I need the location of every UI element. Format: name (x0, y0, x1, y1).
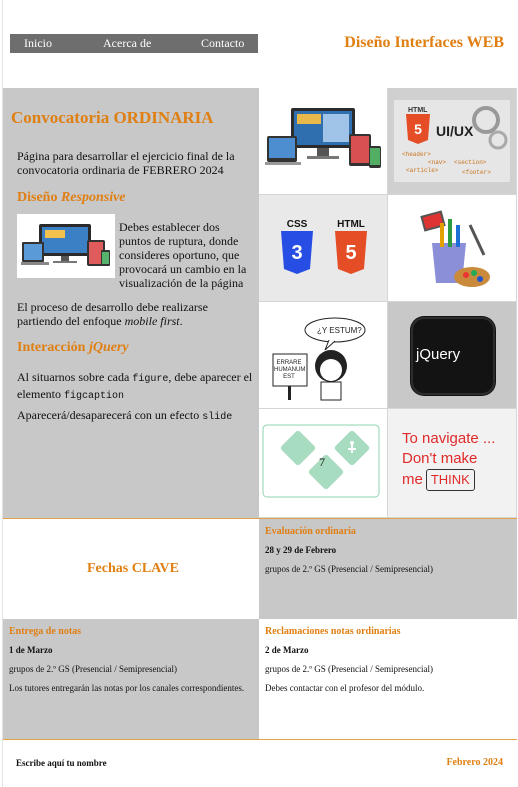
jquery-hover-text: Al situarnos sobre cada figure, debe apa… (17, 370, 253, 404)
intro-text: Página para desarrollar el ejercicio fin… (17, 149, 235, 177)
page-title: Convocatoria ORDINARIA (11, 108, 214, 127)
footer: Escribe aquí tu nombre Febrero 2024 (3, 739, 517, 787)
figure-html-uiux[interactable]: 5 HTML UI/UX <header> <nav> <section> <a… (388, 88, 517, 195)
devices-icon (265, 108, 381, 168)
jquery-hover-text-a: Al situarnos sobre cada (17, 370, 133, 384)
key-dates-title-box: Fechas CLAVE (3, 518, 259, 619)
nav-link-inicio[interactable]: Inicio (24, 36, 52, 51)
figure-mafalda[interactable]: ¿Y ESTUM? ERRARE HUMANUM EST (259, 302, 388, 409)
navigate-line-1: To navigate ... (402, 430, 496, 447)
main-content: Convocatoria ORDINARIA Página para desar… (3, 88, 259, 518)
svg-text:5: 5 (345, 242, 356, 264)
page: Inicio Acerca de Contacto Diseño Interfa… (2, 0, 517, 787)
html-label: HTML (408, 107, 428, 114)
code-slide: slide (202, 412, 233, 423)
tag-header: <header> (402, 151, 431, 158)
figure-design-tools[interactable] (388, 195, 517, 302)
footer-author-name: Escribe aquí tu nombre (16, 758, 107, 768)
tag-article: <article> (406, 167, 439, 174)
key-dates-title: Fechas CLAVE (87, 561, 179, 576)
footer-date: Febrero 2024 (446, 757, 503, 768)
comic-bubble-text: ¿Y ESTUM? (317, 326, 362, 335)
tag-section: <section> (454, 159, 487, 166)
dont-make-me-think-text: To navigate ... Don't make me THINK (402, 429, 495, 491)
jquery-heading-plain: Interacción (17, 340, 89, 355)
jquery-effect-text: Aparecerá/desaparecerá con un efecto sli… (17, 408, 253, 425)
jquery-logo-text: jQuery (416, 346, 461, 363)
navigate-line-3a: me (402, 471, 423, 488)
jquery-heading-italic: jQuery (88, 340, 129, 355)
responsive-text: Debes establecer dos puntos de ruptura, … (119, 220, 247, 290)
main-nav: Inicio Acerca de Contacto (10, 34, 258, 53)
jquery-heading: Interacción jQuery (17, 340, 129, 356)
jquery-effect-text-a: Aparecerá/desaparecerá con un efecto (17, 408, 203, 422)
code-figure: figure (132, 374, 169, 385)
think-button-text: THINK (425, 469, 475, 491)
evaluation-group: grupos de 2.º GS (Presencial / Semiprese… (265, 564, 433, 574)
navigate-line-2: Don't make (402, 450, 478, 467)
claims-group: grupos de 2.º GS (Presencial / Semiprese… (265, 664, 433, 674)
process-text-end: . (179, 314, 183, 328)
svg-text:5: 5 (414, 121, 422, 137)
figure-jquery[interactable]: jQuery (388, 302, 517, 409)
process-text: El proceso de desarrollo debe realizarse… (17, 300, 253, 328)
html-uiux-icon: 5 HTML UI/UX <header> <nav> <section> <a… (394, 100, 510, 182)
html5-label: HTML (337, 219, 365, 230)
figure-accessibility[interactable]: 7 (259, 409, 388, 518)
figure-devices[interactable] (259, 88, 388, 195)
claims-note: Debes contactar con el profesor del módu… (265, 683, 425, 693)
tag-nav: <nav> (428, 159, 446, 166)
comic-character-icon (272, 317, 366, 401)
css-html-shields-icon: CSS 3 HTML 5 (281, 219, 367, 274)
claims-title: Reclamaciones notas ordinarias (265, 626, 401, 637)
responsive-devices-image (17, 214, 115, 278)
comic-sign-text: ERRARE HUMANUM EST (274, 360, 306, 380)
svg-text:3: 3 (291, 242, 302, 264)
claims-date: 2 de Marzo (265, 645, 309, 655)
responsive-heading-italic: Responsive (60, 190, 126, 205)
responsive-heading-plain: Diseño (17, 190, 61, 205)
nav-link-contacto[interactable]: Contacto (201, 36, 244, 51)
design-tools-icon (420, 210, 490, 287)
evaluation-card: Evaluación ordinaria 28 y 29 de Febrero … (259, 518, 517, 619)
figure-gallery: 5 HTML UI/UX <header> <nav> <section> <a… (259, 88, 517, 518)
code-figcaption: figcaption (63, 391, 124, 402)
tag-footer: <footer> (462, 169, 491, 176)
responsive-heading: Diseño Responsive (17, 190, 126, 206)
nav-link-acerca[interactable]: Acerca de (103, 36, 151, 51)
grades-card: Entrega de notas 1 de Marzo grupos de 2.… (3, 619, 259, 739)
evaluation-date: 28 y 29 de Febrero (265, 545, 337, 555)
grades-title: Entrega de notas (9, 626, 82, 637)
process-text-italic: mobile first (124, 314, 180, 328)
grades-note: Los tutores entregarán las notas por los… (9, 683, 245, 693)
css-label: CSS (287, 219, 308, 230)
uiux-label: UI/UX (436, 123, 474, 139)
figure-css-html[interactable]: CSS 3 HTML 5 (259, 195, 388, 302)
site-title: Diseño Interfaces WEB (344, 34, 504, 51)
number-badge: 7 (319, 455, 325, 469)
evaluation-title: Evaluación ordinaria (265, 526, 356, 537)
grades-group: grupos de 2.º GS (Presencial / Semiprese… (9, 664, 177, 674)
claims-card: Reclamaciones notas ordinarias 2 de Marz… (259, 619, 517, 739)
header: Inicio Acerca de Contacto Diseño Interfa… (3, 0, 517, 88)
grades-date: 1 de Marzo (9, 645, 53, 655)
figure-dont-make-me-think[interactable]: To navigate ... Don't make me THINK (388, 409, 517, 518)
